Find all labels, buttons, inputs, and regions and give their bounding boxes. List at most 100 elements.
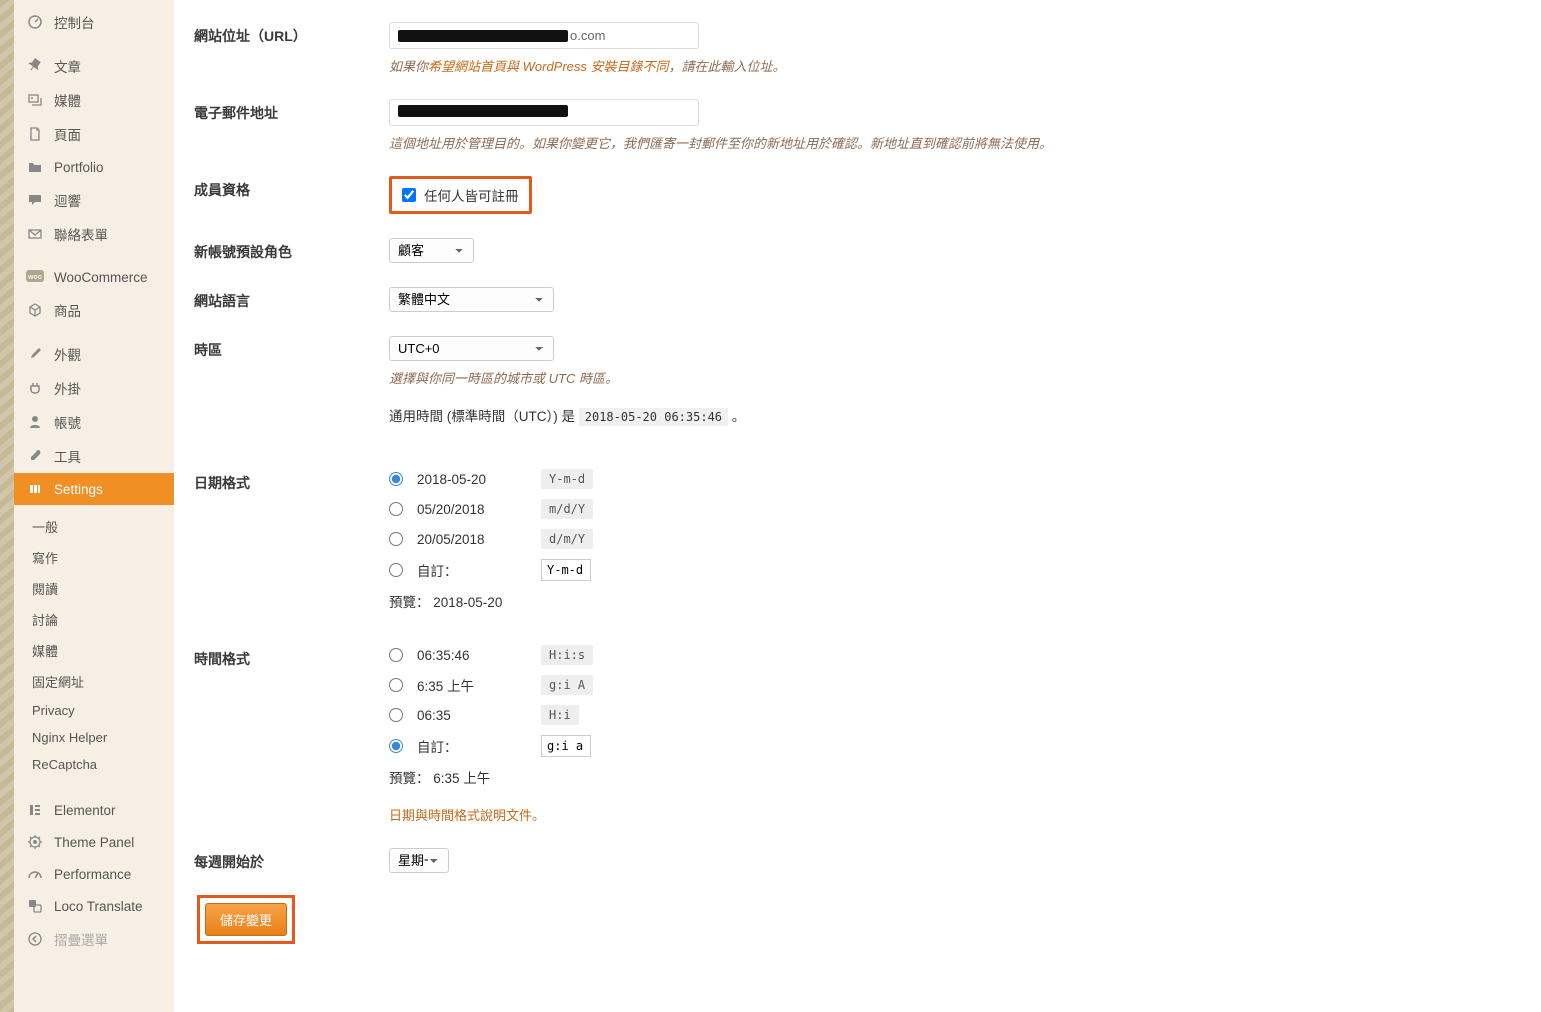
sidebar-item-users[interactable]: 帳號 [14, 405, 174, 439]
date-format-option[interactable]: 2018-05-20Y-m-d [389, 469, 1521, 489]
site-url-input[interactable]: o.com [389, 22, 699, 49]
svg-text:woo: woo [27, 274, 42, 281]
pin-icon [26, 57, 44, 75]
time-custom-input[interactable] [541, 735, 591, 757]
submenu-privacy[interactable]: Privacy [14, 697, 174, 724]
submenu-media[interactable]: 媒體 [14, 635, 174, 666]
date-format-custom[interactable]: 自訂： [389, 559, 1521, 581]
email-input[interactable] [389, 99, 699, 126]
sidebar-item-settings[interactable]: Settings [14, 473, 174, 505]
woo-icon: woo [26, 268, 44, 286]
time-radio-2[interactable] [389, 678, 403, 692]
translate-icon [26, 897, 44, 915]
sidebar-item-pages[interactable]: 頁面 [14, 117, 174, 151]
time-format-label: 時間格式 [194, 645, 389, 669]
date-custom-input[interactable] [541, 559, 591, 581]
submenu-reading[interactable]: 閱讀 [14, 573, 174, 604]
dashboard-icon [26, 13, 44, 31]
sidebar-item-appearance[interactable]: 外觀 [14, 337, 174, 371]
date-radio-1[interactable] [389, 472, 403, 486]
sidebar-item-performance[interactable]: Performance [14, 858, 174, 890]
submit-highlight: 儲存變更 [197, 895, 295, 944]
checkbox-text: 任何人皆可註冊 [424, 185, 519, 205]
submenu-writing[interactable]: 寫作 [14, 542, 174, 573]
date-radio-2[interactable] [389, 502, 403, 516]
window-edge [0, 0, 14, 1012]
time-format-custom[interactable]: 自訂： [389, 735, 1521, 757]
sidebar-item-label: Loco Translate [54, 899, 143, 914]
submenu-nginx[interactable]: Nginx Helper [14, 724, 174, 751]
timezone-label: 時區 [194, 336, 389, 360]
radio-display: 6:35 上午 [417, 675, 527, 695]
sidebar-item-label: Portfolio [54, 160, 104, 175]
admin-sidebar: 控制台 文章 媒體 頁面 Portfolio 迴響 聯絡表單 woo WooCom… [14, 0, 174, 1012]
sidebar-item-label: 商品 [54, 300, 81, 320]
date-format-label: 日期格式 [194, 469, 389, 493]
time-radio-custom[interactable] [389, 739, 403, 753]
sidebar-item-products[interactable]: 商品 [14, 293, 174, 327]
datetime-docs-link[interactable]: 日期與時間格式說明文件。 [389, 808, 545, 823]
comment-icon [26, 191, 44, 209]
date-format-option[interactable]: 20/05/2018d/m/Y [389, 529, 1521, 549]
url-suffix: o.com [570, 28, 605, 43]
sidebar-item-portfolio[interactable]: Portfolio [14, 151, 174, 183]
settings-form: 網站位址（URL） o.com 如果你希望網站首頁與 WordPress 安裝目… [174, 0, 1541, 1012]
sidebar-item-label: 外觀 [54, 344, 81, 364]
format-code: Y-m-d [541, 469, 593, 489]
sidebar-item-contact[interactable]: 聯絡表單 [14, 217, 174, 251]
gear-icon [26, 833, 44, 851]
date-radio-3[interactable] [389, 532, 403, 546]
site-lang-select[interactable]: 繁體中文 [389, 287, 554, 312]
site-url-desc: 如果你希望網站首頁與 WordPress 安裝目錄不同，請在此輸入位址。 [389, 56, 1521, 75]
plugin-icon [26, 379, 44, 397]
submenu-general[interactable]: 一般 [14, 511, 174, 542]
sidebar-item-plugins[interactable]: 外掛 [14, 371, 174, 405]
sidebar-item-comments[interactable]: 迴響 [14, 183, 174, 217]
settings-icon [26, 480, 44, 498]
redacted-text [398, 105, 568, 117]
default-role-select[interactable]: 顧客 [389, 238, 474, 263]
email-desc: 這個地址用於管理目的。如果你變更它，我們匯寄一封郵件至你的新地址用於確認。新地址… [389, 133, 1521, 152]
sidebar-item-collapse[interactable]: 摺疊選單 [14, 922, 174, 956]
sidebar-item-dashboard[interactable]: 控制台 [14, 5, 174, 39]
time-radio-1[interactable] [389, 648, 403, 662]
radio-display: 05/20/2018 [417, 502, 527, 517]
folder-icon [26, 158, 44, 176]
site-url-label: 網站位址（URL） [194, 22, 389, 46]
product-icon [26, 301, 44, 319]
membership-checkbox-label[interactable]: 任何人皆可註冊 [402, 185, 519, 205]
format-code: m/d/Y [541, 499, 593, 519]
site-url-help-link[interactable]: 希望網站首頁與 WordPress 安裝目錄不同 [428, 59, 669, 74]
sidebar-item-elementor[interactable]: Elementor [14, 794, 174, 826]
format-code: H:i:s [541, 645, 593, 665]
sidebar-item-theme-panel[interactable]: Theme Panel [14, 826, 174, 858]
radio-display: 20/05/2018 [417, 532, 527, 547]
sidebar-item-loco[interactable]: Loco Translate [14, 890, 174, 922]
sidebar-item-media[interactable]: 媒體 [14, 83, 174, 117]
time-format-option[interactable]: 6:35 上午g:i A [389, 675, 1521, 695]
media-icon [26, 91, 44, 109]
submenu-recaptcha[interactable]: ReCaptcha [14, 751, 174, 778]
membership-checkbox[interactable] [402, 188, 416, 202]
timezone-select[interactable]: UTC+0 [389, 336, 554, 361]
save-button[interactable]: 儲存變更 [205, 903, 287, 936]
sidebar-item-tools[interactable]: 工具 [14, 439, 174, 473]
time-radio-3[interactable] [389, 708, 403, 722]
sidebar-item-label: 聯絡表單 [54, 224, 108, 244]
sidebar-item-label: WooCommerce [54, 270, 148, 285]
submenu-discussion[interactable]: 討論 [14, 604, 174, 635]
week-start-select[interactable]: 星期一 [389, 848, 449, 873]
submenu-permalinks[interactable]: 固定網址 [14, 666, 174, 697]
custom-label: 自訂： [417, 736, 527, 756]
time-format-option[interactable]: 06:35 H:i [389, 705, 1521, 725]
time-format-option[interactable]: 06:35:46H:i:s [389, 645, 1521, 665]
date-format-option[interactable]: 05/20/2018 m/d/Y [389, 499, 1521, 519]
format-code: H:i [541, 705, 579, 725]
collapse-icon [26, 930, 44, 948]
sidebar-item-posts[interactable]: 文章 [14, 49, 174, 83]
sidebar-item-label: 文章 [54, 56, 81, 76]
date-radio-custom[interactable] [389, 563, 403, 577]
timezone-desc: 選擇與你同一時區的城市或 UTC 時區。 [389, 368, 1521, 387]
sidebar-item-woocommerce[interactable]: woo WooCommerce [14, 261, 174, 293]
radio-display: 06:35 [417, 708, 527, 723]
